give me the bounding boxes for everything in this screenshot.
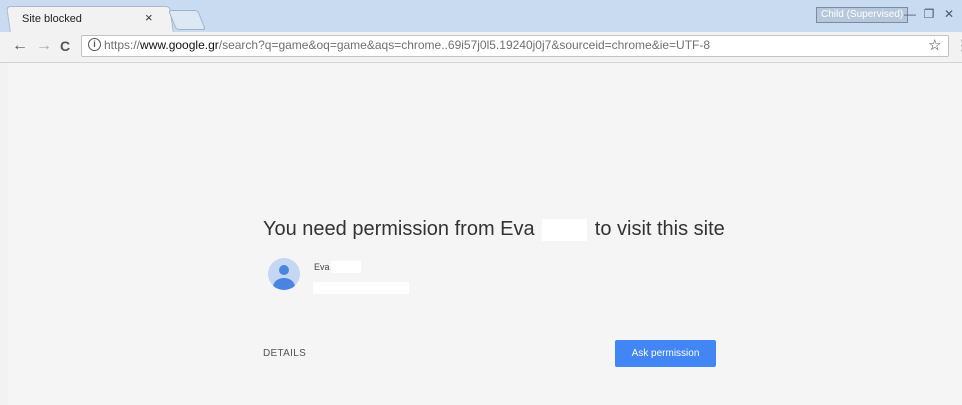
redaction-box bbox=[542, 218, 588, 241]
redaction-box-name bbox=[331, 261, 361, 273]
url-host: www.google.gr bbox=[140, 38, 219, 52]
url-text[interactable]: https://www.google.gr/search?q=game&oq=g… bbox=[104, 38, 710, 52]
heading-part2: to visit this site bbox=[594, 218, 725, 240]
info-icon[interactable]: i bbox=[88, 38, 101, 51]
redaction-box-email bbox=[313, 282, 409, 294]
reload-icon[interactable]: C bbox=[60, 38, 70, 54]
menu-icon[interactable]: ⋮ bbox=[955, 36, 962, 54]
close-window-icon[interactable]: ✕ bbox=[940, 6, 958, 22]
forward-icon[interactable]: → bbox=[36, 37, 52, 55]
url-scheme: https:// bbox=[104, 38, 141, 52]
minimize-icon[interactable]: — bbox=[901, 6, 919, 22]
back-icon[interactable]: ← bbox=[12, 37, 28, 55]
heading-part1: You need permission from Eva bbox=[263, 218, 535, 240]
profile-button[interactable]: Child (Supervised) bbox=[816, 7, 909, 23]
user-name: Eva bbox=[314, 262, 330, 272]
star-icon[interactable]: ☆ bbox=[928, 36, 941, 54]
tab-close-icon[interactable]: × bbox=[145, 10, 153, 25]
tab-title: Site blocked bbox=[22, 13, 82, 25]
details-link[interactable]: DETAILS bbox=[263, 348, 306, 359]
restore-icon[interactable]: ❐ bbox=[920, 6, 938, 22]
url-path: /search?q=game&oq=game&aqs=chrome..69i57… bbox=[218, 38, 711, 52]
ask-permission-button[interactable]: Ask permission bbox=[615, 340, 716, 367]
avatar-icon bbox=[268, 258, 300, 290]
page-title: You need permission from Eva to visit th… bbox=[263, 218, 725, 241]
